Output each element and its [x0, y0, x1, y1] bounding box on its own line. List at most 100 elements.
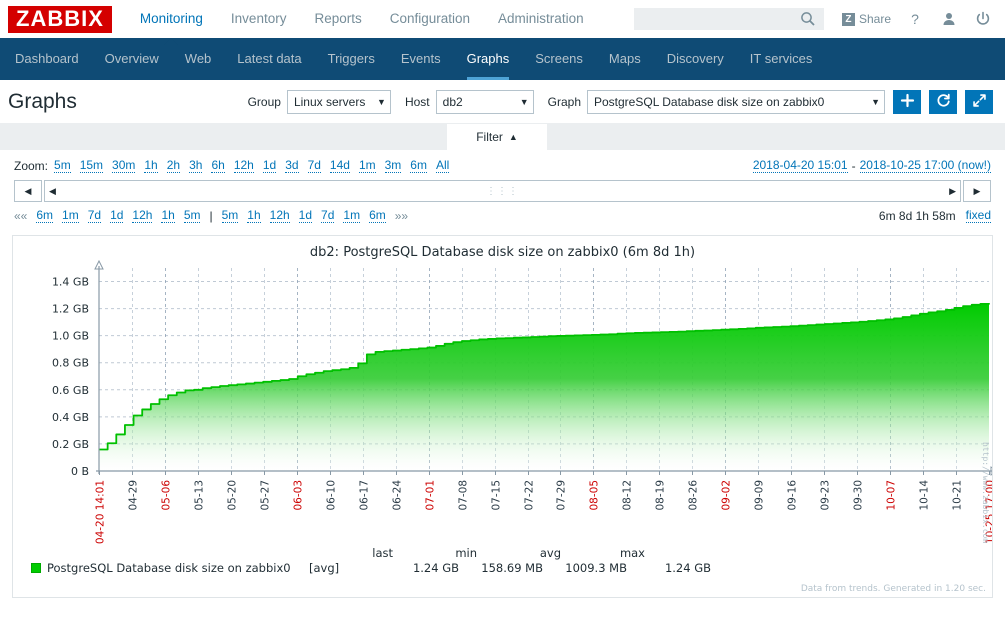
svg-text:05-06: 05-06: [161, 480, 173, 511]
search-icon[interactable]: [799, 10, 817, 28]
legend-value-avg: 1009.3 MB: [565, 561, 627, 575]
disk-size-area-chart[interactable]: 1.4 GB 1.2 GB 1.0 GB 0.8 GB 0.6 GB 0.4 GB 0.2 …: [13, 260, 992, 560]
nav-fwd-5m[interactable]: 5m: [221, 208, 239, 223]
zoom-link-6m[interactable]: 6m: [410, 158, 427, 173]
subnav-item-triggers[interactable]: Triggers: [315, 38, 388, 80]
share-badge-icon: Z: [841, 12, 855, 26]
nav-back-7d[interactable]: 7d: [87, 208, 102, 223]
graph-select[interactable]: PostgreSQL Database disk size on zabbix0…: [587, 89, 885, 114]
sign-out-icon[interactable]: [975, 11, 991, 27]
subnav-item-web[interactable]: Web: [172, 38, 225, 80]
zabbix-logo[interactable]: ZABBIX: [8, 5, 112, 33]
chart-legend: last min avg max PostgreSQL Database dis…: [13, 546, 992, 575]
search-input[interactable]: [633, 9, 799, 29]
page-header: Graphs Group Linux servers ▼ Host db2 ▼ …: [0, 80, 1005, 124]
nav-item-reports[interactable]: Reports: [300, 0, 375, 38]
range-from[interactable]: 2018-04-20 15:01: [752, 158, 848, 173]
legend-series-name: PostgreSQL Database disk size on zabbix0: [47, 561, 291, 575]
legend-value-max: 1.24 GB: [664, 561, 711, 575]
svg-text:06-03: 06-03: [293, 480, 305, 511]
subnav-item-it-services[interactable]: IT services: [737, 38, 826, 80]
nav-fwd-1d[interactable]: 1d: [298, 208, 313, 223]
help-icon[interactable]: ?: [907, 11, 923, 27]
zoom-link-15m[interactable]: 15m: [79, 158, 104, 173]
group-label: Group: [247, 94, 281, 109]
subnav-label: Latest data: [237, 51, 302, 66]
nav-back-1d[interactable]: 1d: [110, 208, 124, 223]
nav-label: Configuration: [389, 11, 471, 26]
range-to[interactable]: 2018-10-25 17:00 (now!): [859, 158, 991, 173]
zoom-link-12h[interactable]: 12h: [233, 158, 254, 173]
zoom-link-6h[interactable]: 6h: [211, 158, 225, 173]
zoom-link-3m[interactable]: 3m: [384, 158, 402, 173]
nav-back-5m[interactable]: 5m: [183, 208, 201, 223]
slider-page-right-button[interactable]: ▶: [963, 180, 991, 202]
refresh-icon: [936, 93, 951, 111]
chart-area[interactable]: 1.4 GB 1.2 GB 1.0 GB 0.8 GB 0.6 GB 0.4 GB 0.2 …: [13, 260, 992, 560]
zoom-link-30m[interactable]: 30m: [112, 158, 136, 173]
filter-tab[interactable]: Filter ▲: [447, 124, 547, 150]
nav-last-icon[interactable]: »»: [395, 209, 408, 223]
nav-fwd-7d[interactable]: 7d: [321, 208, 335, 223]
zoom-link-5m[interactable]: 5m: [54, 158, 71, 173]
subnav-label: Graphs: [466, 51, 510, 66]
refresh-button[interactable]: [929, 89, 957, 114]
nav-back-12h[interactable]: 12h: [132, 208, 153, 223]
subnav-item-screens[interactable]: Screens: [522, 38, 596, 80]
user-profile-icon[interactable]: [941, 11, 957, 27]
zoom-row: Zoom: 5m 15m 30m 1h 2h 3h 6h 12h 1d 3d 7…: [14, 158, 991, 173]
nav-item-monitoring[interactable]: Monitoring: [126, 0, 217, 45]
nav-fwd-1h[interactable]: 1h: [247, 208, 261, 223]
nav-label: Administration: [498, 11, 584, 26]
nav-fwd-1m[interactable]: 1m: [343, 208, 361, 223]
subnav-item-discovery[interactable]: Discovery: [654, 38, 737, 80]
graph-title: db2: PostgreSQL Database disk size on za…: [309, 245, 696, 260]
subnav-item-graphs[interactable]: Graphs: [454, 38, 523, 80]
nav-item-administration[interactable]: Administration: [484, 0, 598, 38]
add-graph-button[interactable]: [893, 89, 921, 114]
zoom-link-1h[interactable]: 1h: [144, 158, 158, 173]
subnav-item-overview[interactable]: Overview: [92, 38, 172, 80]
slider-grip-icon[interactable]: ⋮⋮⋮: [486, 186, 519, 197]
slider-handle-right-icon[interactable]: ▶: [949, 186, 956, 197]
subnav-item-latest-data[interactable]: Latest data: [224, 38, 314, 80]
group-select[interactable]: Linux servers ▼: [286, 89, 391, 114]
legend-header-max: max: [619, 546, 645, 560]
nav-first-icon[interactable]: ««: [14, 209, 27, 223]
zoom-link-2h[interactable]: 2h: [166, 158, 181, 173]
zoom-link-3h[interactable]: 3h: [189, 158, 203, 173]
zoom-link-1m[interactable]: 1m: [358, 158, 376, 173]
nav-fwd-12h[interactable]: 12h: [269, 208, 290, 223]
nav-item-inventory[interactable]: Inventory: [217, 0, 301, 38]
svg-text:08-19: 08-19: [655, 480, 667, 511]
time-slider[interactable]: ◀ ⋮⋮⋮ ▶: [44, 180, 961, 202]
svg-text:07-29: 07-29: [556, 480, 568, 511]
zoom-link-14d[interactable]: 14d: [329, 158, 350, 173]
sub-navigation: Dashboard Overview Web Latest data Trigg…: [0, 38, 1005, 80]
nav-back-1m[interactable]: 1m: [62, 208, 79, 223]
svg-text:09-30: 09-30: [853, 480, 865, 511]
nav-back-6m[interactable]: 6m: [36, 208, 54, 223]
zoom-link-3d[interactable]: 3d: [285, 158, 299, 173]
subnav-item-maps[interactable]: Maps: [596, 38, 654, 80]
zoom-link-all[interactable]: All: [435, 158, 450, 173]
slider-handle-left-icon[interactable]: ◀: [49, 186, 56, 197]
nav-item-configuration[interactable]: Configuration: [376, 0, 484, 38]
fullscreen-button[interactable]: [965, 89, 993, 114]
zoom-link-1d[interactable]: 1d: [262, 158, 277, 173]
legend-header-avg: avg: [539, 546, 561, 560]
subnav-label: IT services: [749, 51, 813, 66]
host-select[interactable]: db2 ▼: [435, 89, 534, 114]
host-select-value: db2: [442, 94, 463, 109]
chevron-up-icon: ▲: [508, 132, 518, 142]
slider-page-left-button[interactable]: ◀: [14, 180, 42, 202]
subnav-item-events[interactable]: Events: [388, 38, 454, 80]
subnav-item-dashboard[interactable]: Dashboard: [2, 38, 92, 80]
nav-fwd-6m[interactable]: 6m: [369, 208, 386, 223]
global-search[interactable]: [633, 8, 824, 30]
share-label: Share: [858, 12, 891, 26]
fixed-toggle[interactable]: fixed: [965, 208, 991, 223]
share-button[interactable]: Z Share: [841, 12, 891, 26]
nav-back-1h[interactable]: 1h: [161, 208, 175, 223]
zoom-link-7d[interactable]: 7d: [307, 158, 321, 173]
